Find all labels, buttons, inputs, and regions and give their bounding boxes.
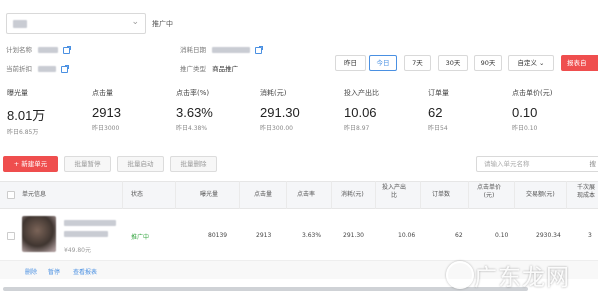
unit-select[interactable]: ⌄ <box>6 13 146 34</box>
unit-price: ¥49.80元 <box>64 247 91 254</box>
stat-clicks: 点击量 2913 昨日3000 <box>92 88 121 132</box>
plan-name-row: 计划名称 <box>6 44 72 54</box>
cell-orders: 62 <box>455 232 463 239</box>
date-label: 消耗日期 <box>180 46 206 54</box>
th-ctr[interactable]: 点击率 <box>297 191 315 199</box>
th-roi[interactable]: 投入产出比 <box>382 184 406 200</box>
unit-search-input[interactable]: 请输入单元名称 搜 <box>476 156 598 172</box>
stat-value: 8.01万 <box>7 108 46 123</box>
stat-yesterday: 昨日3000 <box>92 125 120 132</box>
date-row: 消耗日期 <box>180 44 264 54</box>
horizontal-scrollbar[interactable] <box>3 287 528 291</box>
promotion-status: 推广中 <box>152 20 173 28</box>
new-unit-button[interactable]: + 新建单元 <box>3 156 58 172</box>
th-status[interactable]: 状态 <box>131 191 143 199</box>
stat-value: 291.30 <box>260 105 300 120</box>
stat-yesterday: 昨日54 <box>428 125 448 132</box>
th-orders[interactable]: 订单数 <box>432 191 450 199</box>
edit-icon[interactable] <box>255 45 264 54</box>
batch-delete-button[interactable]: 批量删除 <box>170 156 217 172</box>
stat-cpc: 点击单价(元) 0.10 昨日0.10 <box>512 88 552 132</box>
chevron-down-icon: ⌄ <box>131 17 139 27</box>
stat-label: 点击率(%) <box>176 89 210 97</box>
th-impressions[interactable]: 曝光量 <box>200 191 218 199</box>
cell-cost: 291.30 <box>343 232 364 239</box>
stat-yesterday: 昨日300.00 <box>260 125 293 132</box>
select-value-redacted <box>13 20 27 28</box>
plan-name-redacted <box>38 47 59 53</box>
stat-value: 3.63% <box>176 105 213 120</box>
unit-name-redacted <box>64 231 108 237</box>
cell-roi: 10.06 <box>398 232 416 239</box>
stat-value: 2913 <box>92 105 121 120</box>
edit-icon[interactable] <box>63 45 72 54</box>
watermark-logo-icon <box>446 261 474 289</box>
stat-value: 10.06 <box>344 105 377 120</box>
unit-name-redacted <box>64 220 116 226</box>
cell-thousand: 3 <box>588 232 592 239</box>
stat-impressions: 曝光量 8.01万 昨日6.85万 <box>7 88 45 136</box>
discount-redacted <box>38 66 57 72</box>
product-thumbnail <box>22 216 56 252</box>
row-checkbox[interactable] <box>7 232 15 240</box>
stat-ctr: 点击率(%) 3.63% 昨日4.38% <box>176 88 213 132</box>
stat-value: 0.10 <box>512 105 538 120</box>
stat-label: 订单量 <box>428 89 449 97</box>
stat-cost: 消耗(元) 291.30 昨日300.00 <box>260 88 300 132</box>
edit-icon[interactable] <box>61 64 70 73</box>
date-btn-yesterday[interactable]: 昨日 <box>335 55 366 71</box>
cell-cpc: 0.10 <box>495 232 509 239</box>
delete-link[interactable]: 删除 <box>25 267 37 276</box>
date-redacted <box>212 47 251 53</box>
stat-label: 投入产出比 <box>344 89 379 97</box>
type-label: 推广类型 <box>180 65 206 73</box>
watermark: 广东龙网 <box>474 265 570 291</box>
th-cost[interactable]: 消耗(元) <box>341 191 364 199</box>
plan-name-label: 计划名称 <box>6 46 32 54</box>
cell-ctr: 3.63% <box>302 232 322 239</box>
pause-link[interactable]: 暂停 <box>48 267 60 276</box>
th-clicks[interactable]: 点击量 <box>254 191 272 199</box>
view-report-link[interactable]: 查看报表 <box>73 267 97 276</box>
stat-label: 曝光量 <box>7 89 28 97</box>
stat-orders: 订单量 62 昨日54 <box>428 88 449 132</box>
discount-row: 当前折扣 <box>6 63 70 73</box>
stat-label: 点击单价(元) <box>512 89 553 97</box>
select-all-checkbox[interactable] <box>7 191 15 199</box>
th-unit-info: 单元信息 <box>22 191 47 198</box>
report-button[interactable]: 报表自 <box>561 55 598 71</box>
date-btn-today[interactable]: 今日 <box>369 55 397 71</box>
stat-label: 点击量 <box>92 89 113 97</box>
stat-yesterday: 昨日8.97 <box>344 125 370 132</box>
row-status: 推广中 <box>131 234 150 241</box>
search-icon[interactable]: 搜 <box>590 157 597 171</box>
stat-yesterday: 昨日6.85万 <box>7 129 39 136</box>
cell-clicks: 2913 <box>256 232 272 239</box>
type-row: 推广类型 商品推广 <box>180 63 238 73</box>
stat-roi: 投入产出比 10.06 昨日8.97 <box>344 88 379 132</box>
batch-pause-button[interactable]: 批量暂停 <box>64 156 111 172</box>
date-btn-7d[interactable]: 7天 <box>404 55 431 71</box>
cell-impressions: 80139 <box>208 232 228 239</box>
stat-label: 消耗(元) <box>260 89 287 97</box>
th-thousand[interactable]: 千次展现成本 <box>575 184 597 200</box>
cell-gmv: 2930.34 <box>536 232 561 239</box>
th-gmv[interactable]: 交易额(元) <box>526 191 555 199</box>
date-btn-custom[interactable]: 自定义 ⌄ <box>508 55 554 71</box>
discount-label: 当前折扣 <box>6 65 32 73</box>
search-placeholder: 请输入单元名称 <box>484 160 530 168</box>
th-cpc[interactable]: 点击单价(元) <box>476 184 502 200</box>
date-btn-90d[interactable]: 90天 <box>474 55 502 71</box>
type-value: 商品推广 <box>212 65 239 73</box>
batch-start-button[interactable]: 批量启动 <box>117 156 164 172</box>
date-btn-30d[interactable]: 30天 <box>438 55 468 71</box>
stat-yesterday: 昨日0.10 <box>512 125 538 132</box>
stat-yesterday: 昨日4.38% <box>176 125 208 132</box>
stat-value: 62 <box>428 105 443 120</box>
